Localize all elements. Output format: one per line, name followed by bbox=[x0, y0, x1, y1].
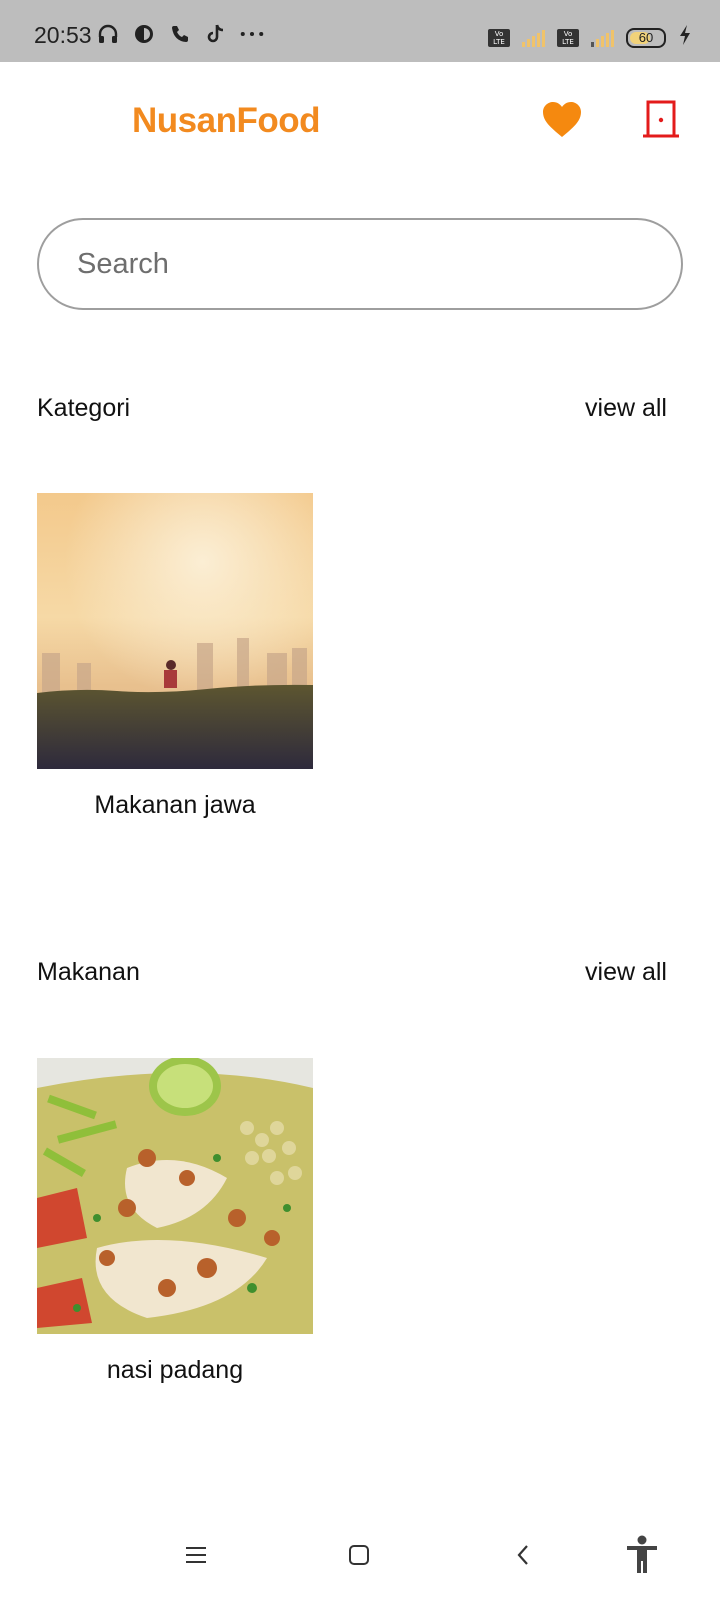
category-label: Makanan jawa bbox=[94, 791, 256, 819]
battery-icon: 60 bbox=[626, 27, 666, 48]
volte-icon: Vo LTE bbox=[488, 28, 510, 47]
heart-icon bbox=[543, 102, 581, 137]
home-square-icon bbox=[349, 1545, 369, 1565]
home-button[interactable] bbox=[339, 1535, 379, 1575]
menu-icon bbox=[186, 1547, 206, 1563]
door-exit-icon bbox=[643, 100, 679, 138]
category-card[interactable]: Makanan jawa bbox=[37, 493, 313, 820]
app-brand: NusanFood bbox=[132, 101, 320, 140]
status-icons-left bbox=[96, 22, 264, 46]
volte-icon-2: Vo LTE bbox=[557, 28, 579, 47]
accessibility-button[interactable] bbox=[622, 1535, 662, 1575]
view-all-kategori-link[interactable]: view all bbox=[585, 394, 667, 423]
headphones-icon bbox=[96, 22, 120, 46]
search-input[interactable] bbox=[75, 246, 639, 282]
food-image bbox=[37, 1058, 313, 1334]
phone-icon bbox=[168, 22, 192, 46]
section-title-kategori: Kategori bbox=[37, 394, 131, 422]
status-icons-right: Vo LTE Vo LTE 60 bbox=[488, 24, 692, 51]
recents-button[interactable] bbox=[176, 1535, 216, 1575]
status-time: 20:53 bbox=[34, 22, 92, 48]
signal-icon bbox=[522, 29, 545, 47]
food-card[interactable]: nasi padang bbox=[37, 1058, 313, 1385]
app-header: NusanFood bbox=[0, 62, 720, 177]
back-button[interactable] bbox=[503, 1535, 543, 1575]
favorites-button[interactable] bbox=[540, 99, 584, 139]
signal-4g-icon bbox=[591, 29, 614, 47]
tiktok-icon bbox=[204, 22, 228, 46]
category-image bbox=[37, 493, 313, 769]
search-bar[interactable] bbox=[37, 218, 683, 310]
back-chevron-icon bbox=[517, 1545, 528, 1565]
section-title-makanan: Makanan bbox=[37, 958, 140, 986]
status-bar: 20:53 Vo LTE Vo LTE 60 bbox=[0, 0, 720, 62]
system-nav-bar bbox=[0, 1515, 720, 1600]
more-icon bbox=[240, 22, 264, 46]
data-saver-icon bbox=[132, 22, 156, 46]
battery-level: 60 bbox=[638, 29, 654, 45]
view-all-makanan-link[interactable]: view all bbox=[585, 958, 667, 987]
accessibility-icon bbox=[627, 1535, 657, 1573]
food-label: nasi padang bbox=[106, 1356, 244, 1384]
charging-icon bbox=[678, 24, 692, 51]
logout-button[interactable] bbox=[642, 98, 680, 142]
